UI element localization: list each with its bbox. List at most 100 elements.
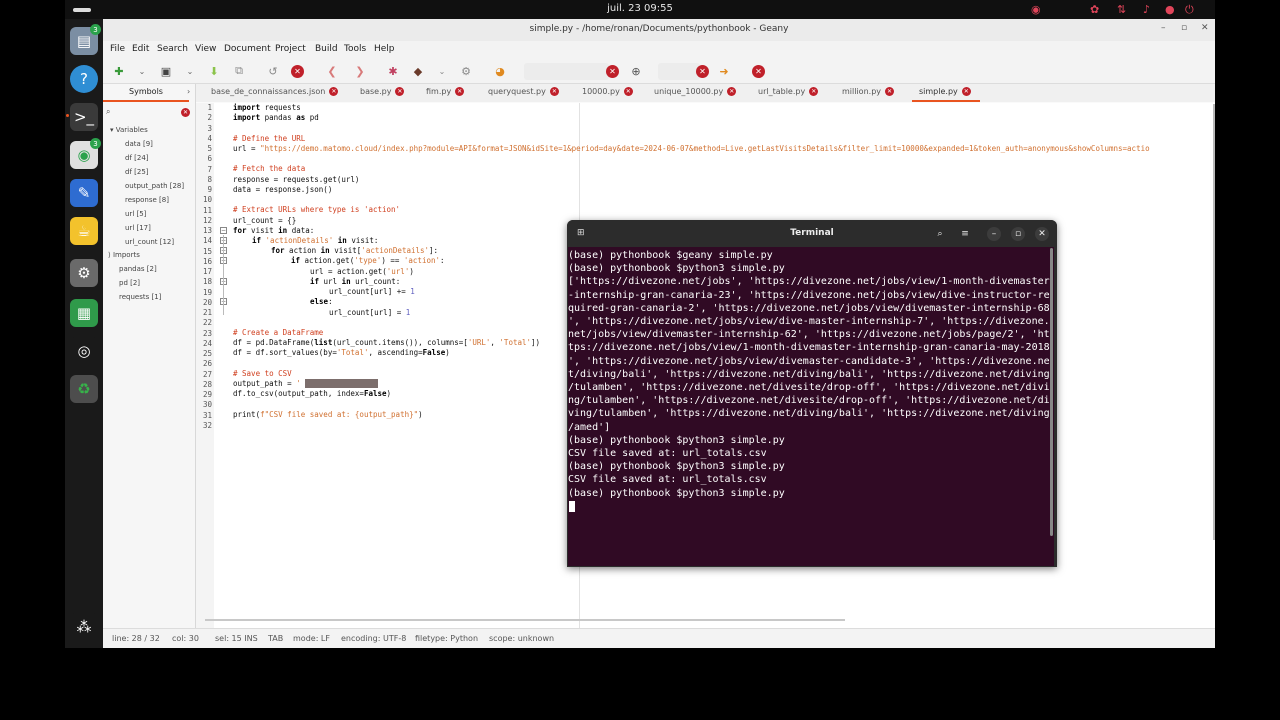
chevron-down-icon[interactable]: ⌄: [434, 63, 450, 79]
accessibility-icon[interactable]: ✿: [1090, 3, 1099, 16]
tree-item[interactable]: requests [1]: [119, 293, 161, 302]
record-icon[interactable]: ◉: [1031, 3, 1041, 16]
code-token: for: [271, 246, 285, 255]
show-apps-icon[interactable]: ⁂: [70, 613, 98, 641]
tree-item[interactable]: df [24]: [125, 154, 149, 163]
menu-build[interactable]: Build: [315, 44, 338, 54]
chrome-app-icon[interactable]: ◉ 3: [70, 138, 101, 169]
ubuntu-app-icon[interactable]: ◎: [70, 337, 98, 365]
tree-item[interactable]: output_path [28]: [125, 182, 184, 191]
compile-icon[interactable]: ✱: [385, 63, 401, 79]
tab-file[interactable]: queryquest.py ✕: [488, 87, 559, 96]
save-icon[interactable]: ⬇: [206, 63, 222, 79]
save-all-icon[interactable]: ⧉: [231, 63, 247, 79]
close-icon[interactable]: ✕: [727, 87, 737, 96]
menu-tools[interactable]: Tools: [344, 44, 366, 54]
chevron-down-icon[interactable]: ⌄: [134, 63, 150, 79]
close-icon[interactable]: ✕: [809, 87, 819, 96]
trash-app-icon[interactable]: ♻: [70, 375, 98, 403]
menu-help[interactable]: Help: [374, 44, 395, 54]
tab-file[interactable]: url_table.py ✕: [758, 87, 819, 96]
horizontal-scrollbar[interactable]: [205, 619, 845, 621]
maximize-button[interactable]: ▫: [1011, 227, 1025, 241]
build-icon[interactable]: ◆: [410, 63, 426, 79]
close-icon[interactable]: ✕: [329, 87, 339, 96]
chevron-right-icon[interactable]: ›: [187, 87, 190, 96]
revert-icon[interactable]: ↺: [265, 63, 281, 79]
execute-icon[interactable]: ⚙: [458, 63, 474, 79]
code-line: df = pd.DataFrame(list(url_count.items()…: [233, 338, 540, 347]
open-file-icon[interactable]: ▣: [158, 63, 174, 79]
text-editor-app-icon[interactable]: ✎: [70, 179, 98, 207]
tree-item[interactable]: response [8]: [125, 196, 169, 205]
close-icon[interactable]: ✕: [455, 87, 465, 96]
tree-item[interactable]: url_count [12]: [125, 238, 174, 247]
new-file-icon[interactable]: ✚: [111, 63, 127, 79]
tree-item[interactable]: df [25]: [125, 168, 149, 177]
tab-file[interactable]: million.py ✕: [842, 87, 895, 96]
power-icon[interactable]: ⏻: [1185, 3, 1194, 16]
goto-line-icon[interactable]: ➜: [716, 63, 732, 79]
geany-app-icon[interactable]: ☕: [70, 217, 98, 245]
color-chooser-icon[interactable]: ◕: [492, 63, 508, 79]
fold-marker[interactable]: −: [220, 227, 227, 234]
close-icon[interactable]: ✕: [395, 87, 405, 96]
close-button[interactable]: ✕: [1201, 23, 1209, 33]
menu-edit[interactable]: Edit: [132, 44, 149, 54]
chevron-down-icon[interactable]: ⌄: [182, 63, 198, 79]
close-button[interactable]: ✕: [1035, 227, 1049, 241]
tree-item[interactable]: pd [2]: [119, 279, 140, 288]
search-input[interactable]: [524, 63, 609, 80]
clear-goto-icon[interactable]: ✕: [696, 65, 709, 78]
quit-icon[interactable]: ✕: [752, 65, 765, 78]
files-app-icon[interactable]: ▤ 3: [70, 24, 101, 55]
close-icon[interactable]: ✕: [549, 87, 559, 96]
tree-variables[interactable]: ▾ Variables: [110, 126, 148, 135]
tab-file[interactable]: base.py ✕: [360, 87, 405, 96]
goto-line-input[interactable]: [658, 63, 700, 80]
menu-search[interactable]: Search: [157, 44, 188, 54]
tree-item[interactable]: url [17]: [125, 224, 151, 233]
menu-view[interactable]: View: [195, 44, 216, 54]
clear-filter-icon[interactable]: ✕: [181, 108, 190, 117]
terminal-app-icon[interactable]: >_: [70, 103, 98, 131]
tree-item[interactable]: url [5]: [125, 210, 146, 219]
minimize-button[interactable]: –: [987, 227, 1001, 241]
find-icon[interactable]: ⊕: [628, 63, 644, 79]
menu-project[interactable]: Project: [275, 44, 306, 54]
close-file-icon[interactable]: ✕: [291, 65, 304, 78]
clear-search-icon[interactable]: ✕: [606, 65, 619, 78]
network-icon[interactable]: ⇅: [1117, 3, 1126, 16]
help-app-icon[interactable]: ?: [70, 65, 98, 93]
hamburger-menu-icon[interactable]: ≡: [958, 227, 972, 241]
code-token: pandas: [260, 113, 297, 122]
forward-icon[interactable]: ❯: [352, 63, 368, 79]
tab-file[interactable]: 10000.py ✕: [582, 87, 633, 96]
search-icon[interactable]: ⌕: [933, 227, 947, 241]
notification-badge: 3: [90, 24, 101, 35]
tab-symbols[interactable]: Symbols ›: [103, 84, 196, 102]
settings-app-icon[interactable]: ⚙: [70, 259, 98, 287]
close-icon[interactable]: ✕: [961, 87, 971, 96]
close-icon[interactable]: ✕: [885, 87, 895, 96]
tab-file[interactable]: unique_10000.py ✕: [654, 87, 737, 96]
tab-file[interactable]: base_de_connaissances.json ✕: [211, 87, 339, 96]
terminal-scrollbar[interactable]: [1050, 248, 1053, 536]
menu-file[interactable]: File: [110, 44, 125, 54]
terminal-output[interactable]: (base) pythonbook $geany simple.py (base)…: [568, 247, 1054, 566]
tree-imports[interactable]: ⟩ Imports: [108, 251, 140, 260]
maximize-button[interactable]: ▫: [1181, 23, 1187, 33]
microphone-icon[interactable]: ●: [1165, 3, 1175, 16]
clock[interactable]: juil. 23 09:55: [65, 3, 1215, 14]
tab-file[interactable]: fim.py ✕: [426, 87, 465, 96]
back-icon[interactable]: ❮: [324, 63, 340, 79]
menu-document[interactable]: Document: [224, 44, 271, 54]
vertical-scrollbar[interactable]: [1213, 104, 1215, 540]
volume-icon[interactable]: ♪: [1143, 3, 1150, 16]
tree-item[interactable]: data [9]: [125, 140, 153, 149]
minimize-button[interactable]: –: [1161, 23, 1166, 33]
close-icon[interactable]: ✕: [623, 87, 633, 96]
spreadsheet-app-icon[interactable]: ▦: [70, 299, 98, 327]
tree-item[interactable]: pandas [2]: [119, 265, 157, 274]
tab-file-active[interactable]: simple.py ✕: [919, 87, 971, 96]
